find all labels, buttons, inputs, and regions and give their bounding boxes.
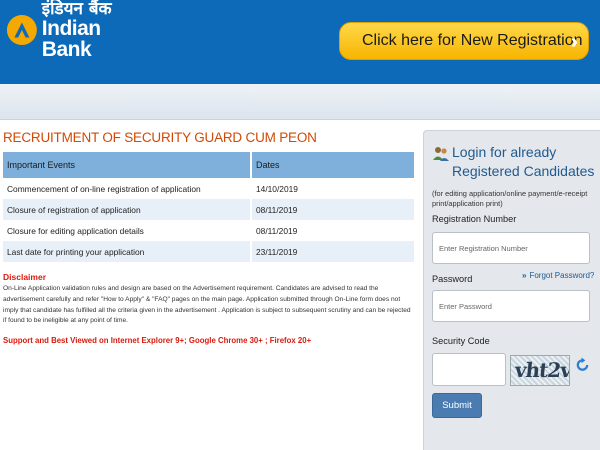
table-row: Closure of registration of application 0… xyxy=(3,199,416,220)
security-code-input[interactable] xyxy=(432,353,506,386)
captcha-text: vht2v xyxy=(513,358,570,382)
column-header-dates: Dates xyxy=(251,152,416,178)
indian-bank-logo[interactable]: इंडियन बैंक Indian Bank xyxy=(4,0,148,60)
forgot-password-label: Forgot Password? xyxy=(529,271,595,280)
table-row: Last date for printing your application … xyxy=(3,241,416,262)
date-cell: 23/11/2019 xyxy=(251,241,416,262)
login-note: (for editing application/online payment/… xyxy=(432,189,588,208)
column-header-events: Important Events xyxy=(3,152,252,178)
logo-emblem-icon xyxy=(6,15,37,45)
login-title: Login for already Registered Candidates xyxy=(452,144,595,179)
logo-text: इंडियन बैंक Indian Bank xyxy=(41,0,148,61)
navigation-band xyxy=(0,84,600,120)
captcha-image: vht2v xyxy=(510,355,570,386)
date-cell: 08/11/2019 xyxy=(251,199,416,220)
event-cell: Closure for editing application details xyxy=(3,220,252,241)
double-chevron-right-icon: » xyxy=(522,271,527,280)
registration-number-input[interactable] xyxy=(432,232,590,264)
refresh-icon[interactable] xyxy=(575,357,590,373)
site-header: इंडियन बैंक Indian Bank Click here for N… xyxy=(0,0,600,84)
important-events-table: Important Events Dates Commencement of o… xyxy=(3,152,416,262)
new-registration-label: Click here for New Registration xyxy=(362,32,583,49)
logo-hindi: इंडियन बैंक xyxy=(41,0,112,19)
new-registration-button[interactable]: Click here for New Registration ›› xyxy=(339,22,589,60)
page-title: RECRUITMENT OF SECURITY GUARD CUM PEON xyxy=(3,130,317,145)
event-cell: Commencement of on-line registration of … xyxy=(3,178,252,199)
registration-number-label: Registration Number xyxy=(432,214,517,224)
main-content: RECRUITMENT OF SECURITY GUARD CUM PEON I… xyxy=(3,130,417,345)
browser-support-note: Support and Best Viewed on Internet Expl… xyxy=(3,336,312,346)
password-label: Password xyxy=(432,274,473,284)
password-input[interactable] xyxy=(432,290,590,322)
security-code-label: Security Code xyxy=(432,336,490,346)
event-cell: Closure of registration of application xyxy=(3,199,252,220)
table-row: Closure for editing application details … xyxy=(3,220,416,241)
disclaimer-text: On-Line Application validation rules and… xyxy=(3,285,411,325)
double-chevron-right-icon: ›› xyxy=(570,31,580,53)
event-cell: Last date for printing your application xyxy=(3,241,252,262)
submit-button[interactable]: Submit xyxy=(432,393,482,418)
users-icon xyxy=(433,147,449,161)
forgot-password-link[interactable]: » Forgot Password? xyxy=(522,271,594,280)
table-header-row: Important Events Dates xyxy=(3,152,416,178)
table-row: Commencement of on-line registration of … xyxy=(3,178,416,199)
logo-english: Indian Bank xyxy=(41,16,101,61)
date-cell: 08/11/2019 xyxy=(251,220,416,241)
disclaimer-heading: Disclaimer xyxy=(3,272,46,282)
login-panel: Login for already Registered Candidates … xyxy=(423,130,600,450)
date-cell: 14/10/2019 xyxy=(251,178,416,199)
